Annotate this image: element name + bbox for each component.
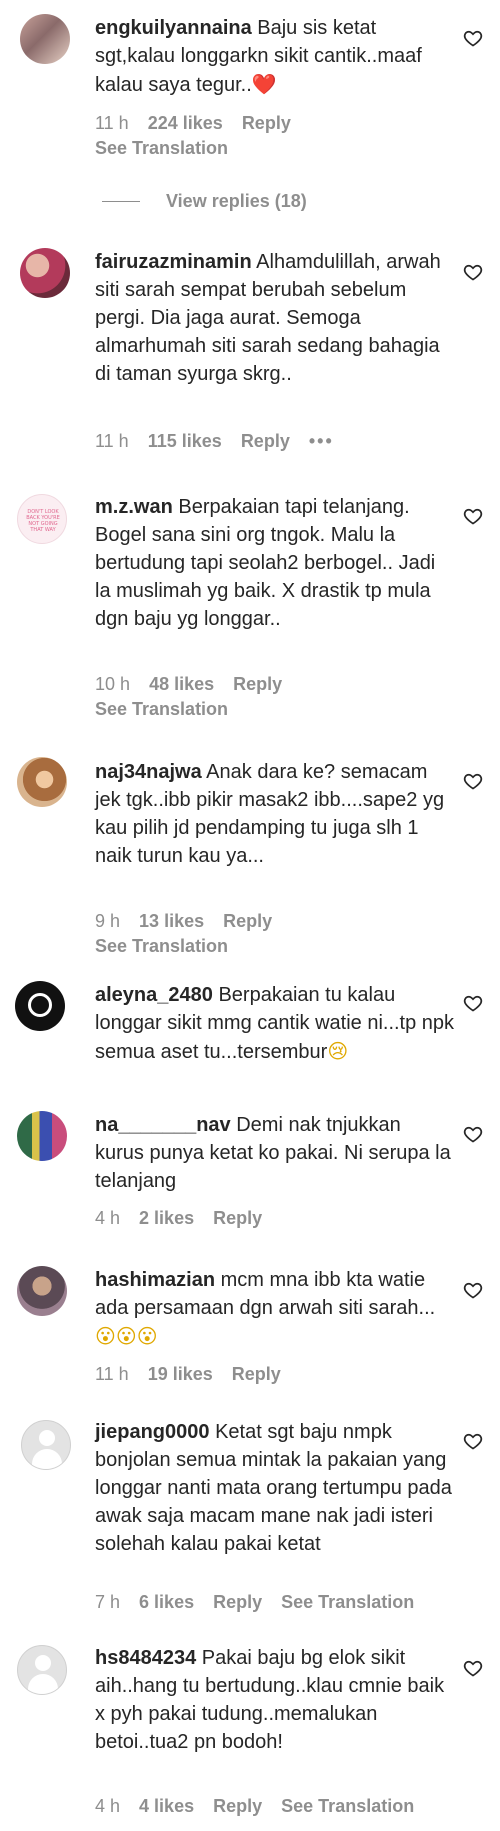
reply-button[interactable]: Reply bbox=[213, 1208, 262, 1228]
comment-time: 11 h bbox=[95, 1364, 129, 1384]
avatar[interactable]: DON'T LOOK BACK YOU'RE NOT GOING THAT WA… bbox=[17, 494, 67, 544]
comment-time: 10 h bbox=[95, 674, 131, 694]
comment-time: 4 h bbox=[95, 1208, 121, 1228]
more-options-icon[interactable]: ••• bbox=[309, 431, 334, 451]
comment-meta: 9 h 13 likes Reply bbox=[95, 909, 286, 933]
reply-button[interactable]: Reply bbox=[233, 674, 282, 694]
comment-meta: 10 h 48 likes Reply bbox=[95, 672, 296, 696]
see-translation-link[interactable]: See Translation bbox=[281, 1796, 414, 1816]
comment-body: aleyna_2480 Berpakaian tu kalau longgar … bbox=[95, 981, 455, 1066]
like-heart-icon[interactable] bbox=[463, 1658, 483, 1678]
avatar[interactable] bbox=[20, 14, 70, 64]
comment-time: 7 h bbox=[95, 1592, 121, 1612]
reply-button[interactable]: Reply bbox=[242, 113, 291, 133]
avatar[interactable] bbox=[17, 1111, 67, 1161]
avatar[interactable] bbox=[17, 757, 67, 807]
comment-body: hashimazian mcm mna ibb kta watie ada pe… bbox=[95, 1266, 455, 1351]
likes-count[interactable]: 13 likes bbox=[139, 911, 204, 931]
comment-username[interactable]: aleyna_2480 bbox=[95, 984, 213, 1006]
comment-meta: 11 h 19 likes Reply bbox=[95, 1362, 295, 1386]
see-translation-link[interactable]: See Translation bbox=[281, 1592, 414, 1612]
comment-body: naj34najwa Anak dara ke? semacam jek tgk… bbox=[95, 758, 455, 870]
likes-count[interactable]: 19 likes bbox=[148, 1364, 213, 1384]
reply-button[interactable]: Reply bbox=[232, 1364, 281, 1384]
comment-meta: 4 h 2 likes Reply bbox=[95, 1206, 276, 1230]
avatar[interactable] bbox=[17, 1266, 67, 1316]
reply-button[interactable]: Reply bbox=[223, 911, 272, 931]
likes-count[interactable]: 224 likes bbox=[148, 113, 223, 133]
avatar[interactable] bbox=[15, 981, 65, 1031]
view-replies-label: View replies (18) bbox=[166, 190, 307, 211]
comment-body: jiepang0000 Ketat sgt baju nmpk bonjolan… bbox=[95, 1418, 455, 1558]
comment-body: m.z.wan Berpakaian tapi telanjang. Bogel… bbox=[95, 493, 455, 633]
comment-username[interactable]: hashimazian bbox=[95, 1269, 215, 1291]
see-translation-link[interactable]: See Translation bbox=[95, 934, 228, 958]
likes-count[interactable]: 115 likes bbox=[148, 431, 222, 451]
comment-time: 9 h bbox=[95, 911, 121, 931]
like-heart-icon[interactable] bbox=[463, 1280, 483, 1300]
like-heart-icon[interactable] bbox=[463, 506, 483, 526]
heart-emoji: ❤️ bbox=[251, 72, 277, 96]
like-heart-icon[interactable] bbox=[463, 1124, 483, 1144]
comment-time: 4 h bbox=[95, 1796, 121, 1816]
like-heart-icon[interactable] bbox=[463, 771, 483, 791]
comment-body: engkuilyannaina Baju sis ketat sgt,kalau… bbox=[95, 14, 455, 99]
comment-username[interactable]: naj34najwa bbox=[95, 761, 202, 783]
like-heart-icon[interactable] bbox=[463, 28, 483, 48]
likes-count[interactable]: 6 likes bbox=[139, 1592, 194, 1612]
avatar-text: DON'T LOOK BACK YOU'RE NOT GOING THAT WA… bbox=[26, 509, 60, 533]
replies-divider bbox=[102, 200, 140, 202]
likes-count[interactable]: 4 likes bbox=[139, 1796, 194, 1816]
see-translation-link[interactable]: See Translation bbox=[95, 697, 228, 721]
crying-emoji: 😢 bbox=[327, 1039, 349, 1063]
avatar[interactable] bbox=[21, 1420, 71, 1470]
avatar[interactable] bbox=[20, 248, 70, 298]
likes-count[interactable]: 2 likes bbox=[139, 1208, 194, 1228]
comment-username[interactable]: hs8484234 bbox=[95, 1647, 196, 1669]
comment-meta: 11 h 115 likes Reply ••• bbox=[95, 429, 348, 453]
comment-body: fairuzazminamin Alhamdulillah, arwah sit… bbox=[95, 248, 455, 388]
reply-button[interactable]: Reply bbox=[213, 1796, 262, 1816]
comment-meta: 4 h 4 likes Reply See Translation bbox=[95, 1794, 428, 1818]
comment-username[interactable]: jiepang0000 bbox=[95, 1421, 210, 1443]
like-heart-icon[interactable] bbox=[463, 993, 483, 1013]
see-translation-link[interactable]: See Translation bbox=[95, 136, 228, 160]
comment-username[interactable]: fairuzazminamin bbox=[95, 251, 252, 273]
comment-body: na_______nav Demi nak tnjukkan kurus pun… bbox=[95, 1111, 455, 1195]
like-heart-icon[interactable] bbox=[463, 262, 483, 282]
comment-meta: 11 h 224 likes Reply bbox=[95, 111, 305, 135]
comment-body: hs8484234 Pakai baju bg elok sikit aih..… bbox=[95, 1644, 455, 1756]
comment-username[interactable]: na_______nav bbox=[95, 1114, 231, 1136]
like-heart-icon[interactable] bbox=[463, 1431, 483, 1451]
avatar[interactable] bbox=[17, 1645, 67, 1695]
view-replies-button[interactable]: View replies (18) bbox=[102, 189, 307, 213]
comment-username[interactable]: m.z.wan bbox=[95, 496, 173, 518]
surprised-emoji: 😮😮😮 bbox=[95, 1324, 158, 1348]
reply-button[interactable]: Reply bbox=[241, 431, 290, 451]
comment-meta: 7 h 6 likes Reply See Translation bbox=[95, 1590, 428, 1614]
comment-time: 11 h bbox=[95, 113, 129, 133]
likes-count[interactable]: 48 likes bbox=[149, 674, 214, 694]
comment-time: 11 h bbox=[95, 431, 129, 451]
comment-username[interactable]: engkuilyannaina bbox=[95, 17, 252, 39]
reply-button[interactable]: Reply bbox=[213, 1592, 262, 1612]
